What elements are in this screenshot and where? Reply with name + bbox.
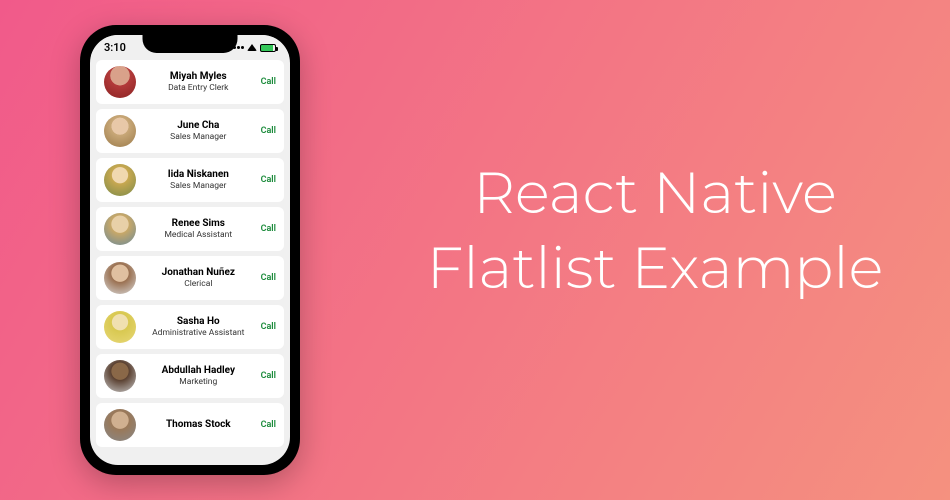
phone-screen: 3:10 Miyah MylesData Entry ClerkCallJune… [90,35,290,465]
avatar [104,360,136,392]
list-item[interactable]: Abdullah HadleyMarketing Call [96,354,284,398]
contact-name: Iida Niskanen [144,169,253,181]
call-button[interactable]: Call [261,273,276,283]
contact-name: Sasha Ho [144,316,253,328]
contact-list[interactable]: Miyah MylesData Entry ClerkCallJune ChaS… [90,56,290,456]
contact-name: June Cha [144,120,253,132]
battery-icon [260,44,276,52]
call-button[interactable]: Call [261,126,276,136]
avatar [104,115,136,147]
headline-line-1: React Native [395,155,915,230]
wifi-icon [247,44,257,51]
avatar [104,262,136,294]
contact-info: Jonathan NuñezClerical [144,267,253,289]
contact-info: Iida NiskanenSales Manager [144,169,253,191]
contact-role: Administrative Assistant [144,328,253,338]
contact-name: Renee Sims [144,218,253,230]
contact-role: Marketing [144,377,253,387]
call-button[interactable]: Call [261,77,276,87]
contact-name: Thomas Stock [144,419,253,431]
call-button[interactable]: Call [261,420,276,430]
list-item[interactable]: Renee SimsMedical Assistant Call [96,207,284,251]
contact-info: June ChaSales Manager [144,120,253,142]
contact-role: Medical Assistant [144,230,253,240]
contact-role: Clerical [144,279,253,289]
avatar [104,409,136,441]
contact-info: Abdullah HadleyMarketing [144,365,253,387]
headline-line-2: Flatlist Example [395,230,915,305]
phone-notch [143,33,238,53]
contact-role: Data Entry Clerk [144,83,253,93]
phone-frame: 3:10 Miyah MylesData Entry ClerkCallJune… [80,25,300,475]
call-button[interactable]: Call [261,224,276,234]
contact-name: Jonathan Nuñez [144,267,253,279]
list-item[interactable]: Thomas Stock Call [96,403,284,447]
list-item[interactable]: Miyah MylesData Entry Clerk Call [96,60,284,104]
contact-name: Abdullah Hadley [144,365,253,377]
list-item[interactable]: Jonathan NuñezClerical Call [96,256,284,300]
contact-name: Miyah Myles [144,71,253,83]
contact-role: Sales Manager [144,181,253,191]
avatar [104,213,136,245]
call-button[interactable]: Call [261,322,276,332]
avatar [104,164,136,196]
contact-info: Renee SimsMedical Assistant [144,218,253,240]
avatar [104,66,136,98]
call-button[interactable]: Call [261,371,276,381]
page-title: React Native Flatlist Example [395,155,915,306]
contact-info: Thomas Stock [144,419,253,431]
contact-role: Sales Manager [144,132,253,142]
list-item[interactable]: Sasha HoAdministrative Assistant Call [96,305,284,349]
list-item[interactable]: June ChaSales Manager Call [96,109,284,153]
contact-info: Sasha HoAdministrative Assistant [144,316,253,338]
avatar [104,311,136,343]
call-button[interactable]: Call [261,175,276,185]
list-item[interactable]: Iida NiskanenSales Manager Call [96,158,284,202]
status-time: 3:10 [104,41,126,54]
contact-info: Miyah MylesData Entry Clerk [144,71,253,93]
